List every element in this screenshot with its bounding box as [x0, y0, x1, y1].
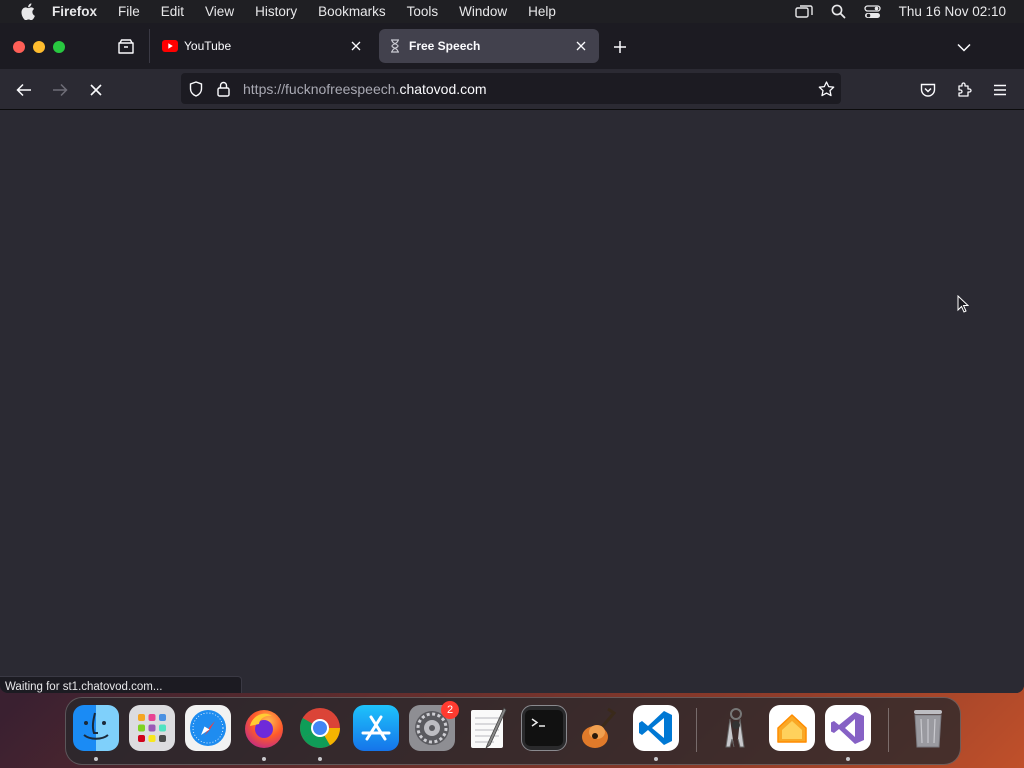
navigation-toolbar: https://fucknofreespeech.chatovod.com — [0, 69, 1024, 110]
extensions-puzzle-icon[interactable] — [954, 80, 974, 100]
menu-history[interactable]: History — [255, 4, 297, 19]
url-host: chatovod.com — [399, 80, 487, 97]
address-bar[interactable]: https://fucknofreespeech.chatovod.com — [181, 73, 841, 104]
back-arrow-icon[interactable] — [14, 80, 34, 100]
running-indicator — [846, 757, 850, 761]
bookmark-star-icon[interactable] — [817, 80, 835, 98]
menu-window[interactable]: Window — [459, 4, 507, 19]
menu-bookmarks[interactable]: Bookmarks — [318, 4, 386, 19]
close-tab-icon[interactable] — [348, 38, 364, 54]
launchpad-icon[interactable] — [129, 705, 175, 751]
textedit-icon[interactable] — [465, 705, 511, 751]
notification-badge: 2 — [441, 701, 459, 719]
spotlight-search-icon[interactable] — [831, 4, 846, 19]
firefox-icon[interactable] — [241, 705, 287, 751]
tracking-protection-shield-icon[interactable] — [189, 80, 205, 97]
apple-menu-icon[interactable] — [18, 3, 36, 21]
running-indicator — [94, 757, 98, 761]
running-indicator — [318, 757, 322, 761]
garageband-icon[interactable] — [577, 705, 623, 751]
keychain-icon[interactable] — [713, 705, 759, 751]
dock-separator — [696, 708, 697, 752]
hamburger-menu-icon[interactable] — [990, 80, 1010, 100]
youtube-icon — [162, 38, 178, 54]
dock-separator — [888, 708, 889, 752]
page-content-area[interactable] — [0, 110, 1024, 693]
menu-tools[interactable]: Tools — [407, 4, 439, 19]
tab-separator — [149, 29, 150, 63]
tab-title: Free Speech — [409, 39, 481, 53]
status-panel: Waiting for st1.chatovod.com... — [0, 676, 242, 693]
menu-bar-clock[interactable]: Thu 16 Nov 02:10 — [899, 4, 1006, 19]
tab-youtube[interactable]: YouTube — [154, 29, 374, 63]
firefox-view-icon[interactable] — [116, 37, 136, 57]
stop-loading-icon[interactable] — [86, 80, 106, 100]
lock-icon[interactable] — [217, 81, 233, 97]
tab-free-speech[interactable]: Free Speech — [379, 29, 599, 63]
finder-icon[interactable] — [73, 705, 119, 751]
pocket-icon[interactable] — [918, 80, 938, 100]
macos-dock: 2 — [65, 697, 961, 765]
menu-file[interactable]: File — [118, 4, 140, 19]
close-window-button[interactable] — [13, 41, 25, 53]
control-center-icon[interactable] — [864, 4, 881, 19]
firefox-window: YouTube Free Speech https://fucknofreesp… — [0, 23, 1024, 693]
chrome-icon[interactable] — [297, 705, 343, 751]
minimize-window-button[interactable] — [33, 41, 45, 53]
app-store-icon[interactable] — [353, 705, 399, 751]
trash-icon[interactable] — [905, 705, 951, 751]
visual-studio-icon[interactable] — [825, 705, 871, 751]
vscode-icon[interactable] — [633, 705, 679, 751]
tab-bar: YouTube Free Speech — [0, 23, 1024, 69]
menu-app-name[interactable]: Firefox — [52, 4, 97, 19]
home-icon[interactable] — [769, 705, 815, 751]
url-prefix: https://fucknofreespeech. — [243, 80, 400, 97]
url-text[interactable]: https://fucknofreespeech.chatovod.com — [243, 81, 487, 97]
close-tab-icon[interactable] — [573, 38, 589, 54]
screen-mirroring-icon[interactable] — [794, 4, 813, 19]
running-indicator — [262, 757, 266, 761]
terminal-icon[interactable] — [521, 705, 567, 751]
zoom-window-button[interactable] — [53, 41, 65, 53]
menu-bar: Firefox File Edit View History Bookmarks… — [0, 0, 1024, 23]
mouse-pointer-icon — [957, 294, 970, 318]
menu-view[interactable]: View — [205, 4, 234, 19]
forward-arrow-icon[interactable] — [50, 80, 70, 100]
new-tab-icon[interactable] — [611, 38, 629, 56]
safari-icon[interactable] — [185, 705, 231, 751]
tab-title: YouTube — [184, 39, 232, 53]
list-all-tabs-chevron-icon[interactable] — [955, 38, 973, 56]
menu-edit[interactable]: Edit — [161, 4, 184, 19]
running-indicator — [654, 757, 658, 761]
menu-help[interactable]: Help — [528, 4, 556, 19]
hourglass-icon — [387, 38, 403, 54]
